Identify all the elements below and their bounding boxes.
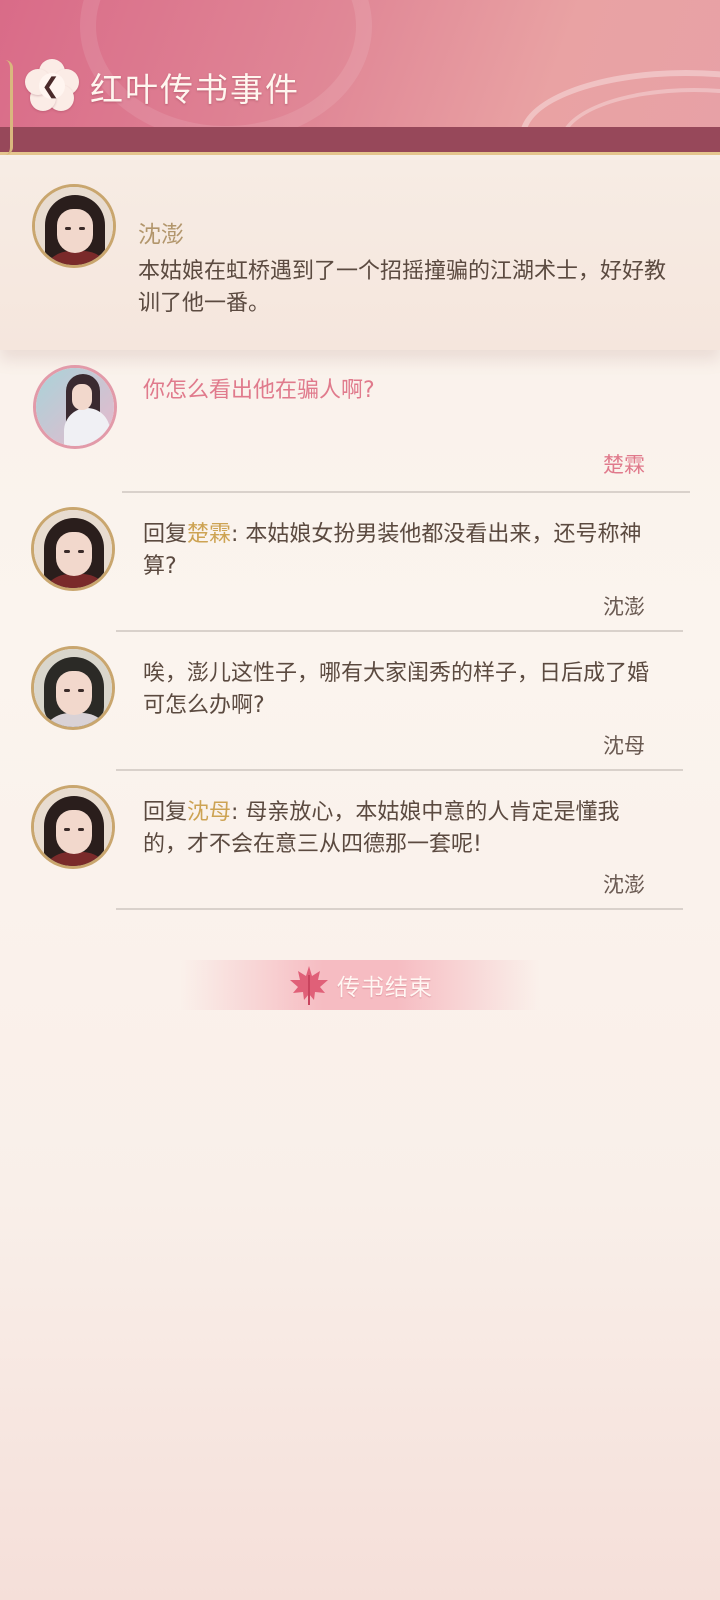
maple-leaf-icon [290,966,328,1005]
reply-to-name[interactable]: 楚霖 [187,522,231,547]
comment-item: 回复沈母: 母亲放心，本姑娘中意的人肯定是懂我的，才不会在意三从四德那一套呢! … [0,785,720,915]
avatar[interactable] [31,507,115,591]
reply-prefix: 回复 [143,800,188,825]
comment-text: 回复楚霖: 本姑娘女扮男装他都没看出来，还号称神算? [143,519,653,583]
avatar[interactable] [32,184,116,268]
frame-ornament [0,60,13,155]
divider [122,491,690,493]
reply-prefix: 回复 [143,522,188,547]
reply-to-name[interactable]: 沈母 [187,800,231,825]
header-gold-line [0,152,720,155]
end-letter-label: 传书结束 [337,975,433,1001]
comment-text: 回复沈母: 母亲放心，本姑娘中意的人肯定是懂我的，才不会在意三从四德那一套呢! [143,797,653,861]
avatar[interactable] [31,785,115,869]
post-author[interactable]: 沈澎 [138,215,184,249]
comment-author[interactable]: 沈母 [603,730,645,760]
chevron-left-icon: ❮ [41,73,60,99]
comment-author[interactable]: 沈澎 [603,591,645,621]
comment-text: 唉，澎儿这性子，哪有大家闺秀的样子，日后成了婚可怎么办啊? [143,661,650,718]
comment-author[interactable]: 沈澎 [603,869,645,899]
original-post: 沈澎 本姑娘在虹桥遇到了一个招摇撞骗的江湖术士，好好教训了他一番。 [0,160,720,350]
avatar[interactable] [31,646,115,730]
avatar[interactable] [33,365,117,449]
divider [116,630,683,632]
comment-item: 回复楚霖: 本姑娘女扮男装他都没看出来，还号称神算? 沈澎 [0,507,720,637]
comment-author[interactable]: 楚霖 [603,449,645,479]
comment-item: 唉，澎儿这性子，哪有大家闺秀的样子，日后成了婚可怎么办啊? 沈母 [0,646,720,776]
post-text: 本姑娘在虹桥遇到了一个招摇撞骗的江湖术士，好好教训了他一番。 [138,259,667,316]
back-button[interactable]: ❮ [25,59,79,112]
page-title: 红叶传书事件 [90,70,300,109]
divider [116,908,683,910]
end-letter-button[interactable]: 传书结束 [180,960,540,1010]
comment-item: 你怎么看出他在骗人啊? 楚霖 [0,365,720,495]
header-band [0,127,720,153]
comment-text: 你怎么看出他在骗人啊? [143,378,375,403]
divider [116,769,683,771]
